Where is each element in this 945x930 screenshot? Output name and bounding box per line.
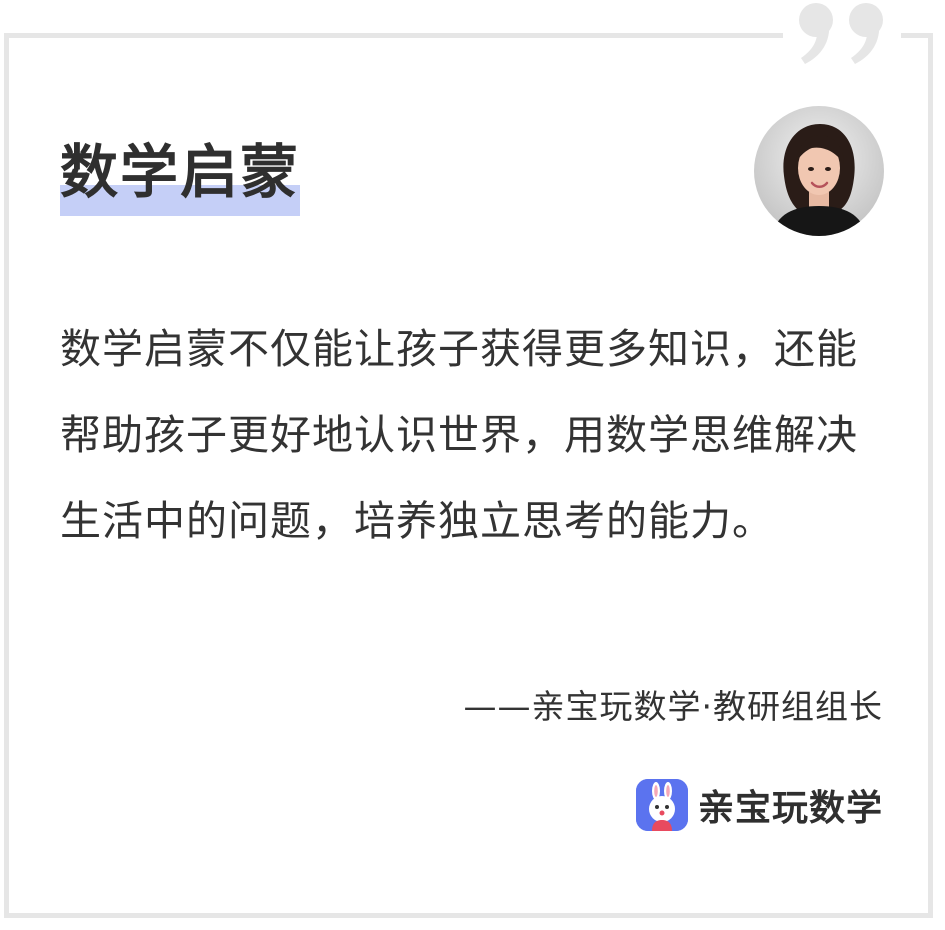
card-title: 数学启蒙 bbox=[60, 138, 301, 206]
brand-name: 亲宝玩数学 bbox=[697, 788, 883, 829]
quote-body: 数学启蒙不仅能让孩子获得更多知识，还能帮助孩子更好地认识世界，用数学思维解决生活… bbox=[60, 325, 858, 545]
author-avatar bbox=[754, 106, 884, 236]
closing-quote-icon bbox=[791, 0, 896, 68]
quote-attribution: ——亲宝玩数学·教研组组长 bbox=[463, 687, 883, 726]
rabbit-mascot-logo bbox=[635, 779, 688, 831]
brand-signature: 亲宝玩数学 bbox=[635, 778, 883, 832]
title-block: 数学启蒙 bbox=[60, 132, 301, 216]
